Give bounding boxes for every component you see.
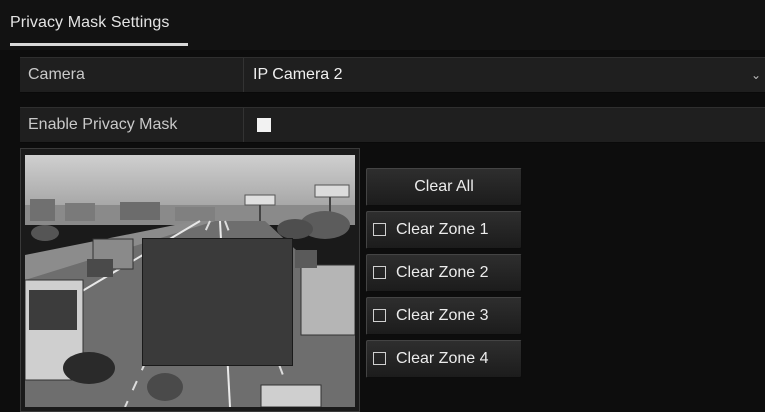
- camera-preview-frame: [20, 148, 360, 412]
- camera-select[interactable]: IP Camera 2 ⌄: [245, 58, 765, 92]
- enable-privacy-mask-cell: [245, 108, 765, 142]
- privacy-mask-zone[interactable]: [142, 238, 293, 366]
- tab-active-indicator: [10, 43, 188, 46]
- clear-zone-2-label: Clear Zone 2: [396, 264, 489, 281]
- clear-zone-3-button[interactable]: Clear Zone 3: [366, 297, 522, 335]
- chevron-down-icon[interactable]: ⌄: [751, 58, 761, 92]
- title-bar: Privacy Mask Settings: [0, 0, 765, 50]
- camera-row: Camera IP Camera 2 ⌄: [20, 57, 765, 93]
- enable-privacy-mask-checkbox[interactable]: [257, 118, 271, 132]
- enable-privacy-mask-row: Enable Privacy Mask: [20, 107, 765, 143]
- camera-label: Camera: [20, 58, 244, 92]
- camera-select-value: IP Camera 2: [253, 66, 343, 83]
- clear-all-button[interactable]: Clear All: [366, 168, 522, 206]
- checkbox-icon[interactable]: [373, 309, 386, 322]
- checkbox-icon[interactable]: [373, 223, 386, 236]
- checkbox-icon[interactable]: [373, 266, 386, 279]
- clear-zone-4-label: Clear Zone 4: [396, 350, 489, 367]
- clear-zone-3-label: Clear Zone 3: [396, 307, 489, 324]
- clear-zone-1-label: Clear Zone 1: [396, 221, 489, 238]
- checkbox-icon[interactable]: [373, 352, 386, 365]
- tab-privacy-mask-settings[interactable]: Privacy Mask Settings: [10, 14, 169, 44]
- clear-zone-2-button[interactable]: Clear Zone 2: [366, 254, 522, 292]
- clear-zone-1-button[interactable]: Clear Zone 1: [366, 211, 522, 249]
- clear-zone-4-button[interactable]: Clear Zone 4: [366, 340, 522, 378]
- camera-preview[interactable]: [25, 155, 355, 407]
- enable-privacy-mask-label: Enable Privacy Mask: [20, 108, 244, 142]
- clear-all-label: Clear All: [414, 178, 474, 195]
